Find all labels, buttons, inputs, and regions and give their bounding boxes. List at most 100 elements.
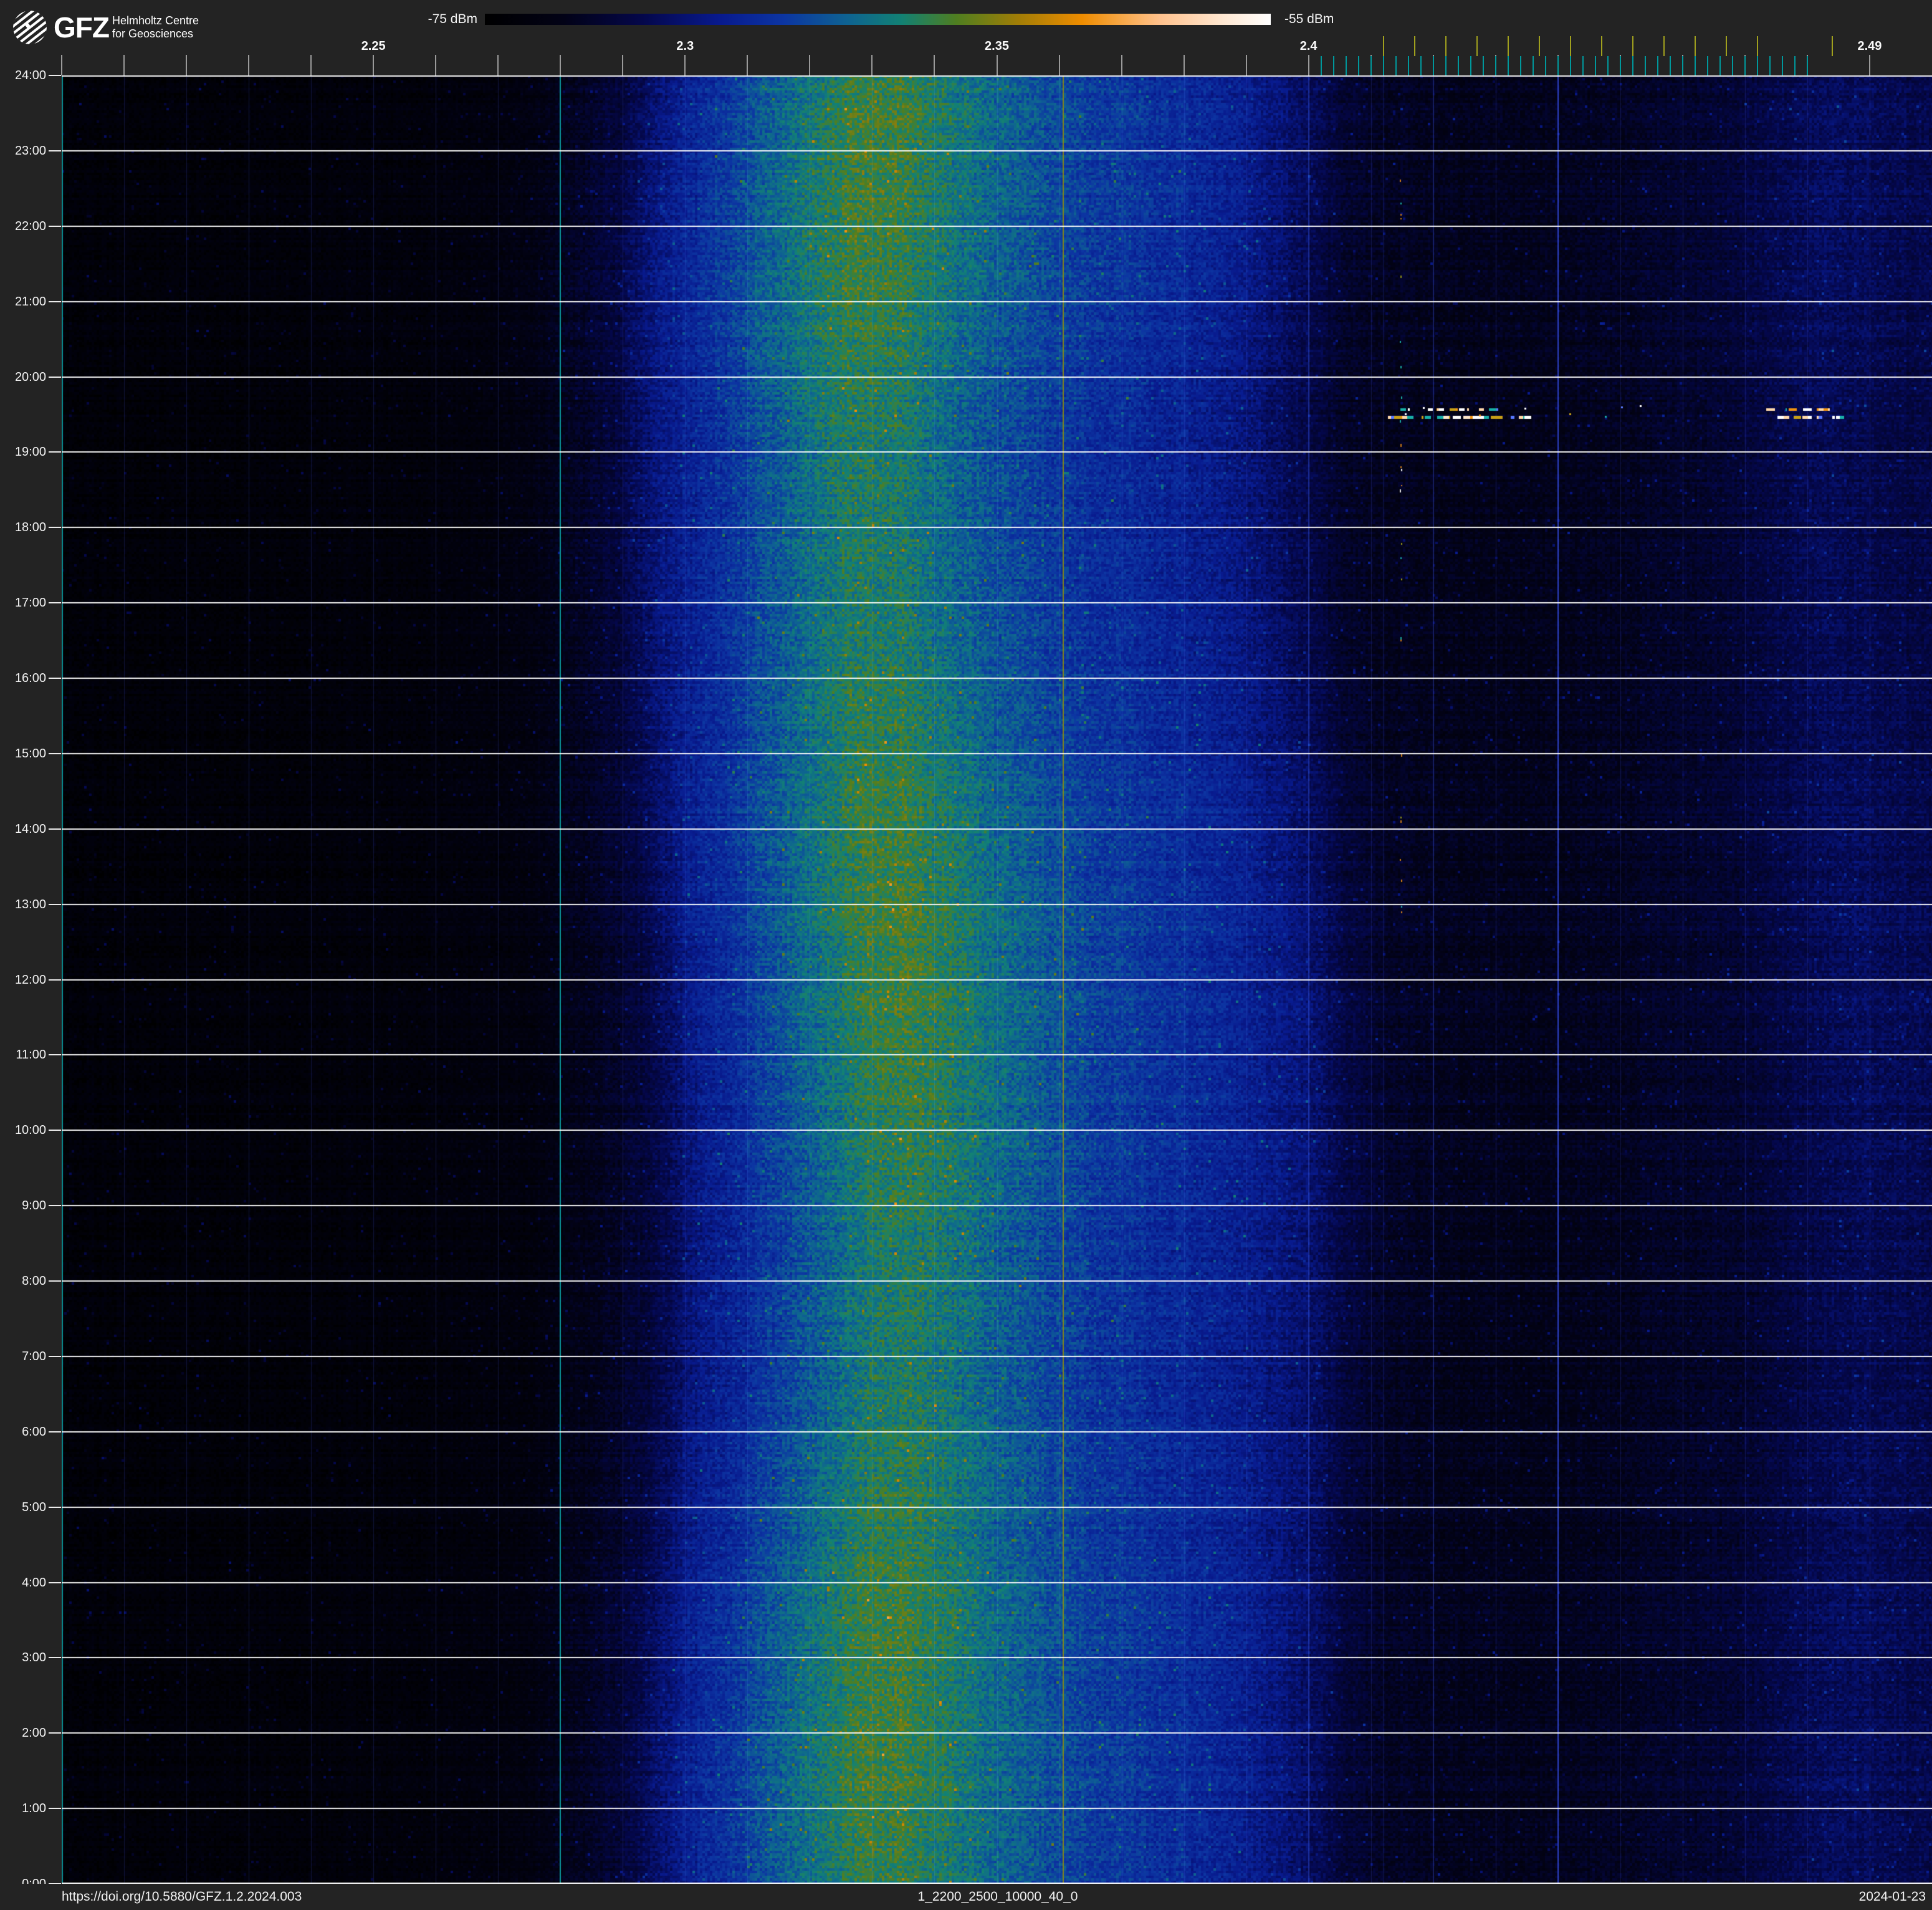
time-axis-tick — [49, 1431, 61, 1432]
freq-axis-label: 2.25 — [361, 39, 386, 53]
freq-minor-tick — [497, 55, 499, 75]
dataset-id: 1_2200_2500_10000_40_0 — [917, 1889, 1078, 1904]
wifi-channel-tick — [1538, 36, 1540, 56]
freq-minor-tick — [622, 55, 624, 75]
wifi-channel-tick — [1663, 36, 1665, 56]
doi-link: https://doi.org/10.5880/GFZ.1.2.2024.003 — [62, 1889, 302, 1904]
ble-channel-tick — [1357, 56, 1359, 75]
time-axis-tick — [49, 225, 61, 227]
freq-minor-tick — [996, 55, 998, 75]
ble-channel-tick — [1395, 56, 1397, 75]
ble-channel-tick — [1345, 56, 1347, 75]
freq-axis-label: 2.3 — [676, 39, 694, 53]
time-axis-label: 9:00 — [22, 1199, 46, 1213]
wifi-channel-tick — [1476, 36, 1478, 56]
freq-minor-tick — [373, 55, 375, 75]
date-label: 2024-01-23 — [1858, 1889, 1926, 1904]
freq-minor-tick — [684, 55, 686, 75]
freq-axis-label: 2.49 — [1857, 39, 1882, 53]
freq-minor-tick — [809, 55, 811, 75]
ble-channel-tick — [1756, 56, 1758, 75]
wifi-channel-tick — [1507, 36, 1509, 56]
time-axis-label: 19:00 — [14, 445, 46, 459]
time-axis-label: 5:00 — [22, 1500, 46, 1514]
time-axis-tick — [49, 903, 61, 905]
time-axis-label: 22:00 — [14, 219, 46, 233]
ble-channel-tick — [1544, 56, 1546, 75]
wifi-channel-tick — [1725, 36, 1727, 56]
ble-channel-tick — [1731, 56, 1733, 75]
freq-minor-tick — [1245, 55, 1247, 75]
ble-channel-tick — [1507, 56, 1509, 75]
ble-channel-tick — [1669, 56, 1671, 75]
ble-channel-tick — [1607, 56, 1609, 75]
ble-channel-tick — [1769, 56, 1771, 75]
ble-channel-tick — [1407, 56, 1409, 75]
time-axis-tick — [49, 1506, 61, 1508]
freq-minor-tick — [123, 55, 125, 75]
time-axis-label: 8:00 — [22, 1274, 46, 1288]
time-axis-tick — [49, 678, 61, 679]
wifi-channel-tick — [1382, 36, 1384, 56]
time-axis-label: 24:00 — [14, 69, 46, 82]
time-axis-label: 1:00 — [22, 1802, 46, 1816]
time-axis-tick — [49, 75, 61, 76]
freq-minor-tick — [1868, 55, 1870, 75]
ble-channel-tick — [1681, 56, 1683, 75]
time-axis-tick — [49, 979, 61, 981]
time-axis-tick — [49, 828, 61, 830]
time-axis-label: 17:00 — [14, 596, 46, 610]
time-axis-tick — [49, 1355, 61, 1357]
header: GFZ Helmholtz Centre for Geosciences -75… — [0, 0, 1932, 75]
wifi-channel-tick — [1569, 36, 1571, 56]
time-axis-tick — [49, 527, 61, 529]
spectrogram-page: GFZ Helmholtz Centre for Geosciences -75… — [0, 0, 1932, 1910]
time-axis-tick — [49, 1280, 61, 1282]
freq-minor-tick — [747, 55, 748, 75]
wifi-channel-tick — [1831, 36, 1833, 56]
time-axis-label: 11:00 — [16, 1048, 46, 1062]
ble-channel-tick — [1632, 56, 1633, 75]
time-axis-label: 10:00 — [14, 1123, 46, 1138]
time-axis-label: 14:00 — [14, 822, 46, 836]
freq-minor-tick — [248, 55, 250, 75]
wifi-channel-tick — [1413, 36, 1415, 56]
ble-channel-tick — [1457, 56, 1459, 75]
ble-channel-tick — [1420, 56, 1422, 75]
time-axis-tick — [49, 1732, 61, 1734]
freq-minor-tick — [1121, 55, 1122, 75]
ble-channel-tick — [1470, 56, 1471, 75]
time-axis: 24:00 23:00 22:00 21:00 20:00 19:00 18:00 17:00… — [0, 0, 62, 1910]
time-axis-tick — [49, 752, 61, 754]
freq-axis-label: 2.35 — [985, 39, 1009, 53]
ble-channel-tick — [1532, 56, 1534, 75]
time-axis-label: 2:00 — [22, 1726, 46, 1740]
time-axis-tick — [49, 451, 61, 453]
time-axis-label: 6:00 — [22, 1424, 46, 1439]
time-axis-label: 21:00 — [14, 294, 46, 309]
time-axis-label: 13:00 — [14, 897, 46, 911]
freq-minor-tick — [1183, 55, 1185, 75]
ble-channel-tick — [1744, 56, 1746, 75]
ble-channel-tick — [1482, 56, 1484, 75]
wifi-channel-tick — [1694, 36, 1696, 56]
time-axis-label: 20:00 — [14, 370, 46, 384]
ble-channel-tick — [1519, 56, 1521, 75]
ble-channel-tick — [1719, 56, 1721, 75]
time-axis-tick — [49, 150, 61, 151]
frequency-axis: 2.25 2.3 2.35 2.4 2.49 — [0, 0, 1932, 75]
ble-channel-tick — [1644, 56, 1646, 75]
wifi-channel-tick — [1632, 36, 1633, 56]
time-axis-tick — [49, 1205, 61, 1207]
time-axis-label: 12:00 — [14, 972, 46, 987]
ble-channel-tick — [1794, 56, 1796, 75]
time-axis-tick — [49, 1054, 61, 1056]
time-axis-tick — [49, 1130, 61, 1131]
ble-channel-tick — [1706, 56, 1708, 75]
ble-channel-tick — [1694, 56, 1696, 75]
time-axis-label: 23:00 — [14, 143, 46, 158]
time-axis-tick — [49, 1581, 61, 1583]
freq-minor-tick — [435, 55, 437, 75]
footer: https://doi.org/10.5880/GFZ.1.2.2024.003… — [0, 1884, 1932, 1910]
time-axis-tick — [49, 376, 61, 378]
